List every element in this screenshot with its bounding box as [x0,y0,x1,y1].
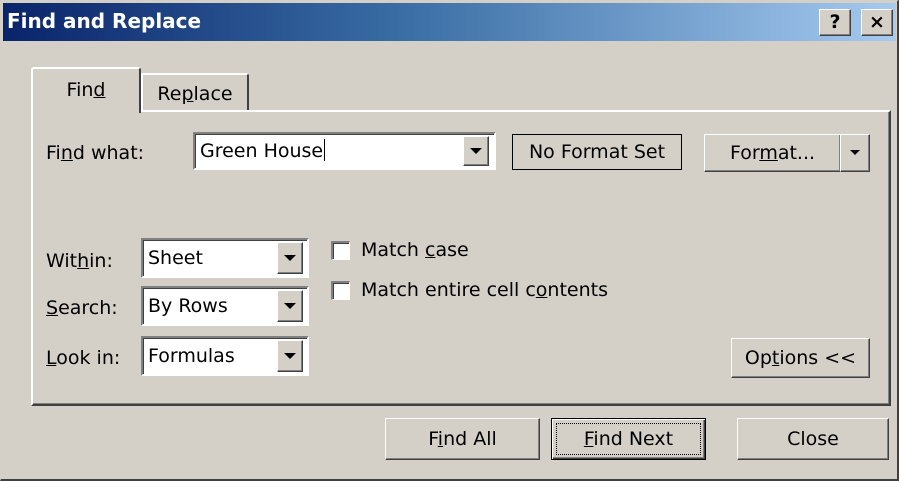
look-in-label: Look in: [46,346,120,370]
match-entire-label-post: ntents [547,279,608,301]
chevron-down-icon [284,353,296,359]
chevron-down-icon [850,150,860,155]
chevron-down-icon [284,303,296,309]
find-what-dropdown-button[interactable] [463,136,489,166]
find-replace-dialog: Find and Replace ? × Find Replace Find w… [0,0,899,481]
find-what-combobox[interactable]: Green House [193,132,496,170]
match-entire-cell-checkbox[interactable] [331,281,350,300]
tab-replace-label-post: lace [193,83,233,105]
tab-replace[interactable]: Replace [141,73,249,111]
find-what-value: Green House [200,140,324,162]
find-all-label-post: nd All [443,428,497,450]
format-button-label-post: at... [777,142,816,164]
search-label-key: S [46,297,59,319]
options-button-label-pre: Op [744,347,772,369]
search-label: Search: [46,296,118,320]
format-button-label-pre: For [729,142,760,164]
format-preview: No Format Set [512,134,682,170]
find-what-label-key: n [60,142,73,164]
within-label-pre: Wit [46,250,78,272]
search-label-post: earch: [58,297,118,319]
look-in-value: Formulas [148,345,235,367]
match-case-label-pre: Match [361,239,426,261]
match-entire-label-key: o [535,279,548,301]
close-button[interactable]: Close [737,418,889,460]
within-value: Sheet [148,247,203,269]
options-button[interactable]: Options << [731,338,870,378]
tab-find-label-key: d [93,79,106,101]
focus-rect [556,423,701,455]
tab-replace-label-key: p [181,83,194,105]
title-bar[interactable]: Find and Replace ? × [3,3,896,41]
look-in-label-key: L [46,347,57,369]
find-what-input-text[interactable]: Green House [200,134,326,168]
within-dropdown-button[interactable] [277,242,303,274]
options-button-label-post: ions << [779,347,857,369]
look-in-select[interactable]: Formulas [141,336,309,376]
match-case-label-key: c [425,239,436,261]
match-case-checkbox[interactable] [331,241,350,260]
help-button[interactable]: ? [819,9,851,36]
chevron-down-icon [470,148,482,154]
search-select[interactable]: By Rows [141,286,309,326]
within-label-key: h [77,250,90,272]
find-what-label-post: d what: [72,142,145,164]
find-all-label-pre: F [428,428,438,450]
match-case-label[interactable]: Match case [361,238,469,262]
within-select[interactable]: Sheet [141,238,309,278]
within-label: Within: [46,249,113,273]
format-button-label-key: m [759,142,778,164]
search-dropdown-button[interactable] [277,290,303,322]
find-all-button[interactable]: Find All [385,418,540,460]
find-what-label-pre: Fi [46,142,61,164]
tab-find[interactable]: Find [31,67,141,113]
find-next-button[interactable]: Find Next [551,418,706,460]
find-what-label: Find what: [46,141,144,165]
tab-find-label-pre: Fin [66,79,94,101]
look-in-label-post: ook in: [56,347,121,369]
chevron-down-icon [284,255,296,261]
format-button[interactable]: Format... [704,134,841,172]
text-caret [324,139,326,161]
dialog-title: Find and Replace [7,9,202,33]
match-entire-cell-label[interactable]: Match entire cell contents [361,278,608,302]
look-in-dropdown-button[interactable] [277,340,303,372]
match-case-label-post: ase [435,239,469,261]
match-entire-label-pre: Match entire cell c [361,279,536,301]
format-dropdown-button[interactable] [840,134,870,172]
within-label-post: in: [89,250,113,272]
search-value: By Rows [148,295,228,317]
tab-replace-label-pre: Re [157,83,182,105]
close-window-button[interactable]: × [861,9,893,36]
